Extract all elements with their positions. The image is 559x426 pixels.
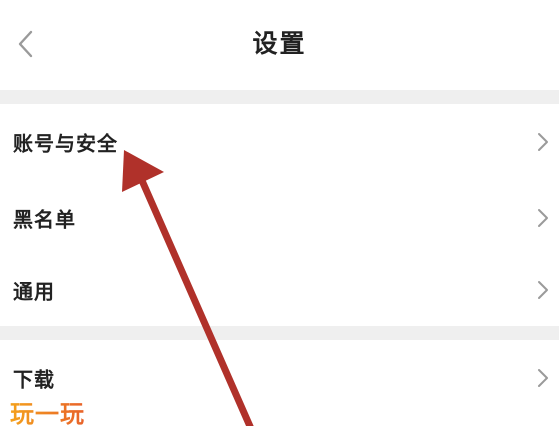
settings-item-label: 黑名单 [13,207,76,232]
section-separator [0,90,559,104]
watermark-logo: 玩一玩 [10,394,85,426]
page-title: 设置 [252,29,307,58]
settings-item-label: 通用 [13,279,55,304]
chevron-right-icon [538,133,548,151]
chevron-right-icon [538,281,548,299]
settings-item-label: 下载 [13,367,55,392]
chevron-right-icon [538,209,548,227]
settings-screen: 设置 账号与安全 黑名单 通用 下载 玩一玩 [0,0,559,426]
section-separator [0,326,559,340]
settings-item-blacklist[interactable]: 黑名单 [0,180,559,256]
settings-item-general[interactable]: 通用 [0,252,559,328]
settings-item-account-security[interactable]: 账号与安全 [0,104,559,180]
top-nav-bar: 设置 [0,0,559,88]
chevron-right-icon [538,369,548,387]
settings-item-label: 账号与安全 [13,131,118,156]
